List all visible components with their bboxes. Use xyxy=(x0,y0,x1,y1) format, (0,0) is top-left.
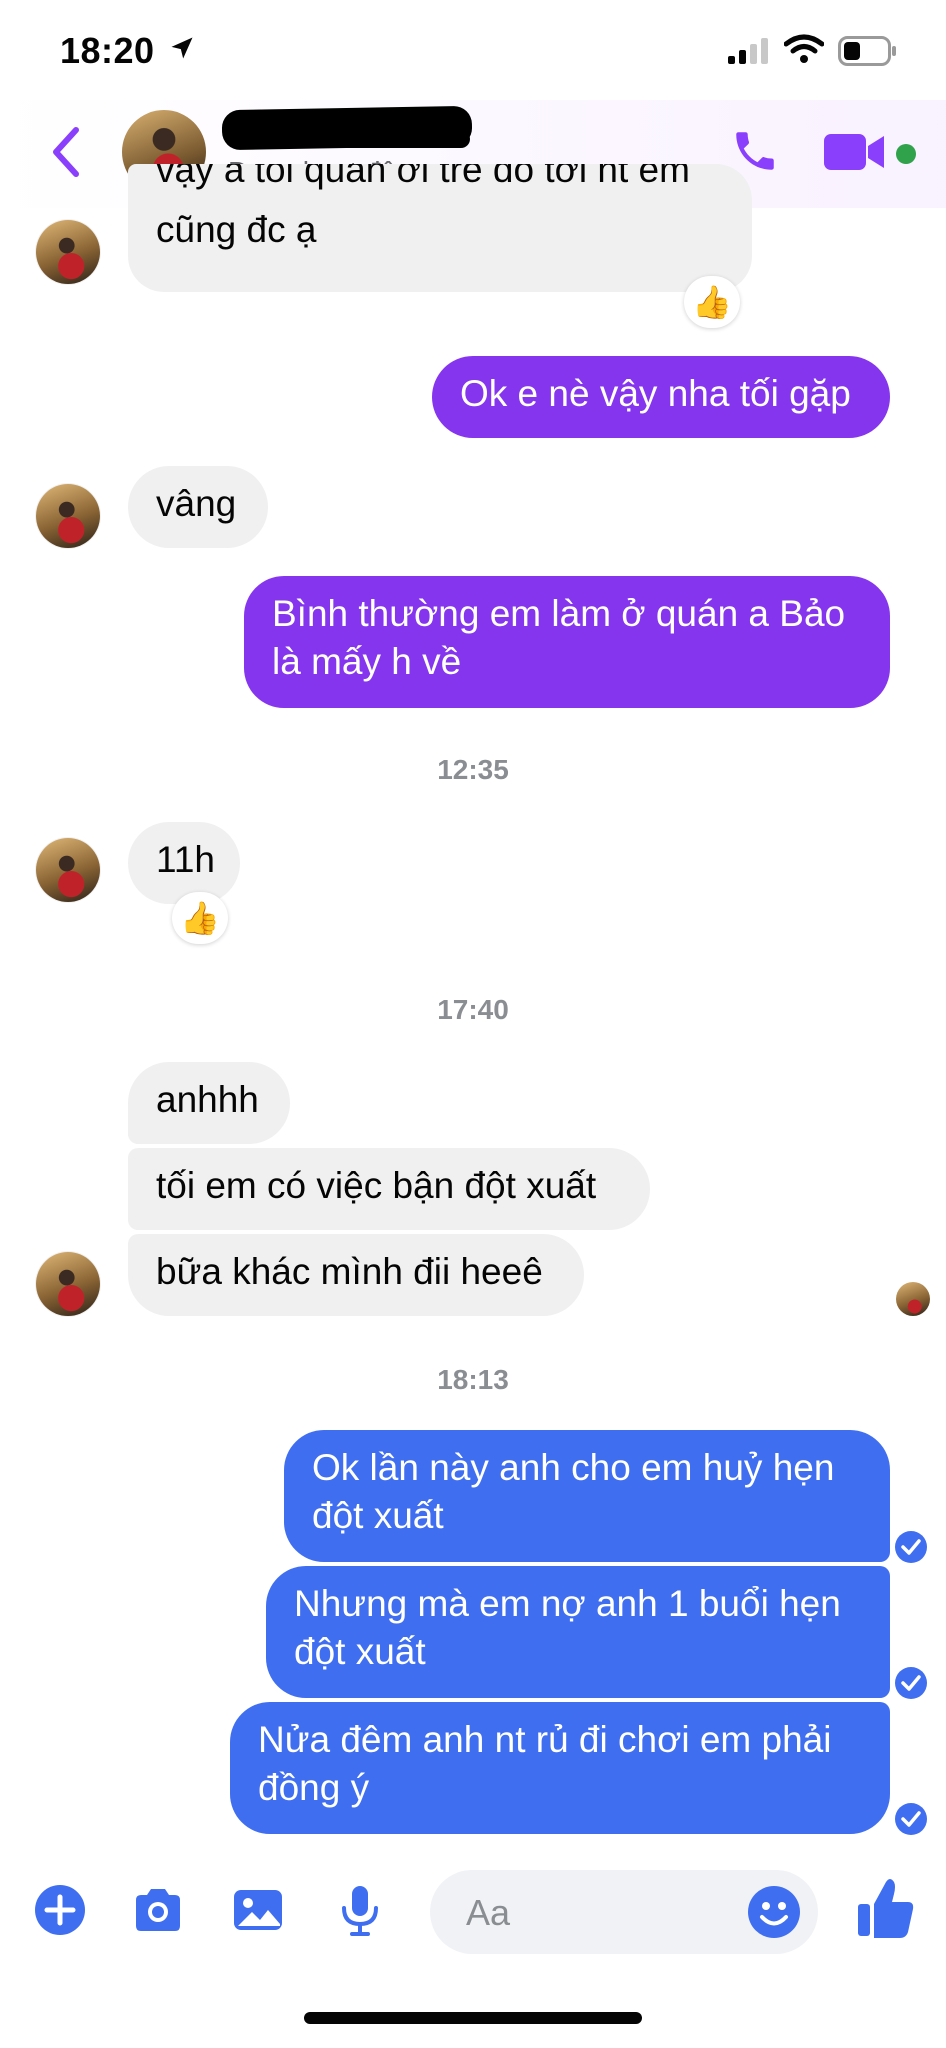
sender-avatar[interactable] xyxy=(36,838,100,902)
message-line: đột xuất xyxy=(312,1495,444,1536)
clock: 18:20 xyxy=(60,30,155,71)
incoming-message[interactable]: vâng xyxy=(128,466,268,548)
message-line: đồng ý xyxy=(258,1767,370,1808)
back-chevron-icon[interactable] xyxy=(48,126,84,178)
seen-check-icon xyxy=(895,1531,927,1563)
seen-check-icon xyxy=(895,1803,927,1835)
redacted-contact-name-part xyxy=(260,130,470,148)
message-line: là mấy h về xyxy=(272,641,462,682)
message-line: Nhưng mà em nợ anh 1 buổi hẹn xyxy=(294,1583,841,1624)
outgoing-message[interactable]: Ok lần này anh cho em huỷ hẹn đột xuất xyxy=(284,1430,890,1562)
thumbs-up-reaction[interactable]: 👍 xyxy=(172,892,228,944)
phone-icon[interactable] xyxy=(730,126,780,176)
message-line: đột xuất xyxy=(294,1631,426,1672)
message-text: vậy a tối quán ơi tre đó tới nt em xyxy=(156,164,690,190)
incoming-message[interactable]: anhhh xyxy=(128,1062,290,1144)
microphone-icon[interactable] xyxy=(332,1882,388,1938)
home-indicator xyxy=(304,2012,642,2024)
thumbs-up-reaction[interactable]: 👍 xyxy=(684,276,740,328)
signal-icon xyxy=(728,38,768,64)
incoming-message[interactable]: vậy a tối quán ơi tre đó tới nt em cũng … xyxy=(128,164,752,292)
gallery-icon[interactable] xyxy=(230,1882,286,1938)
battery-icon xyxy=(838,36,896,66)
message-line: Nửa đêm anh nt rủ đi chơi em phải xyxy=(258,1719,832,1760)
timestamp: 18:13 xyxy=(437,1364,509,1395)
incoming-message[interactable]: 11h xyxy=(128,822,240,904)
sender-avatar[interactable] xyxy=(36,1252,100,1316)
message-input-wrapper xyxy=(430,1870,818,1956)
message-composer xyxy=(0,1862,946,1962)
sender-avatar[interactable] xyxy=(36,220,100,284)
read-receipt-avatar xyxy=(896,1282,930,1316)
timestamp: 12:35 xyxy=(437,754,509,785)
emoji-icon[interactable] xyxy=(746,1884,802,1940)
outgoing-message[interactable]: Ok e nè vậy nha tối gặp xyxy=(432,356,890,438)
wifi-icon xyxy=(784,34,824,63)
online-indicator xyxy=(896,144,916,164)
outgoing-message[interactable]: Bình thường em làm ở quán a Bảo là mấy h… xyxy=(244,576,890,708)
message-line: Ok lần này anh cho em huỷ hẹn xyxy=(312,1447,835,1488)
message-list[interactable]: vậy a tối quán ơi tre đó tới nt em cũng … xyxy=(0,164,946,1868)
video-camera-icon[interactable] xyxy=(824,132,888,172)
outgoing-message[interactable]: Nhưng mà em nợ anh 1 buổi hẹn đột xuất xyxy=(266,1566,890,1698)
status-bar: 18:20 xyxy=(0,0,946,100)
message-input[interactable] xyxy=(464,1870,718,1956)
outgoing-message[interactable]: Nửa đêm anh nt rủ đi chơi em phải đồng ý xyxy=(230,1702,890,1834)
timestamp: 17:40 xyxy=(437,994,509,1025)
camera-icon[interactable] xyxy=(130,1882,186,1938)
message-text: cũng đc ạ xyxy=(156,209,317,250)
sender-avatar[interactable] xyxy=(36,484,100,548)
incoming-message[interactable]: tối em có việc bận đột xuất xyxy=(128,1148,650,1230)
location-arrow-icon xyxy=(171,37,193,59)
message-line: Bình thường em làm ở quán a Bảo xyxy=(272,593,846,634)
plus-circle-icon[interactable] xyxy=(32,1882,88,1938)
thumbs-up-icon[interactable] xyxy=(856,1876,916,1940)
seen-check-icon xyxy=(895,1667,927,1699)
incoming-message[interactable]: bữa khác mình đii heeê xyxy=(128,1234,584,1316)
